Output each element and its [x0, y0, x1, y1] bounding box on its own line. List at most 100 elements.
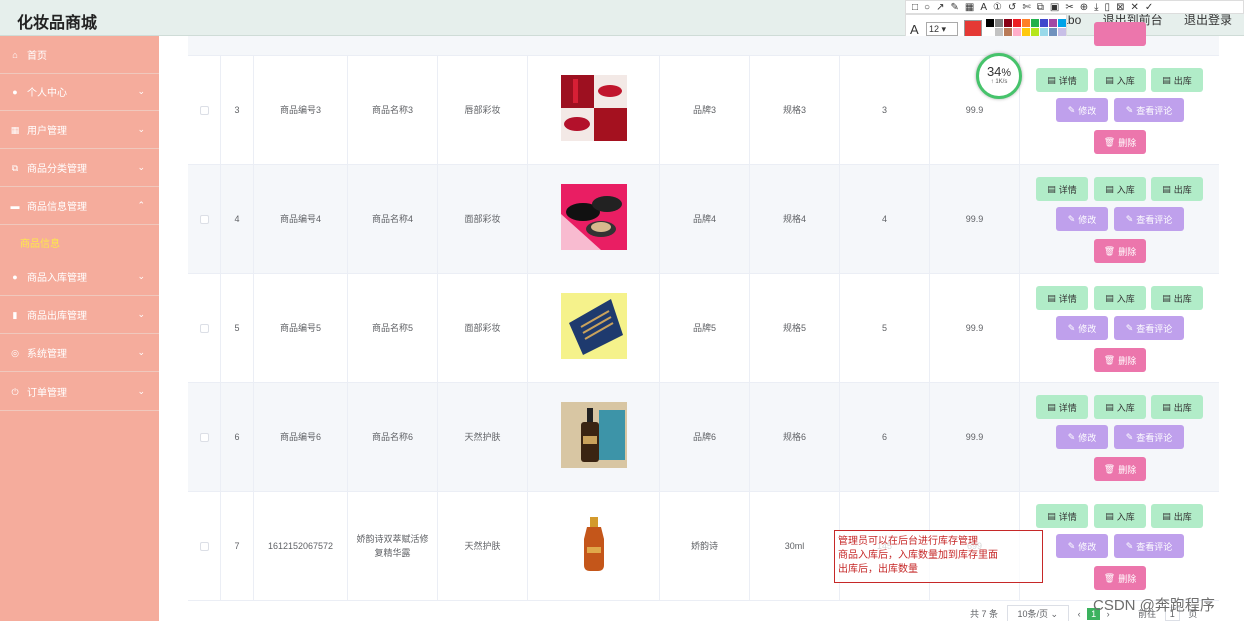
- sidebar-item-6[interactable]: ▮ 商品出库管理 ⌄: [0, 296, 159, 334]
- power-icon: ⏻: [11, 386, 19, 397]
- color-swatch[interactable]: [1022, 19, 1030, 27]
- detail-button[interactable]: ▤ 详情: [1036, 286, 1088, 310]
- screenshot-tool-icon[interactable]: □: [912, 2, 918, 13]
- table-cell: 1612152067572: [254, 492, 348, 600]
- color-swatch[interactable]: [1031, 19, 1039, 27]
- edit-button[interactable]: ✎ 修改: [1056, 98, 1108, 122]
- stock-out-button[interactable]: ▤ 出库: [1151, 395, 1203, 419]
- screenshot-tool-icon[interactable]: A: [980, 2, 987, 13]
- color-swatch[interactable]: [1049, 19, 1057, 27]
- edit-button[interactable]: ✎ 修改: [1056, 534, 1108, 558]
- stock-out-button[interactable]: ▤ 出库: [1151, 68, 1203, 92]
- screenshot-tool-icon[interactable]: ⤓: [1094, 2, 1098, 13]
- screenshot-tool-icon[interactable]: ⊕: [1080, 2, 1088, 13]
- detail-button[interactable]: ▤ 详情: [1036, 395, 1088, 419]
- screenshot-tool-icon[interactable]: ⧉: [1037, 2, 1044, 13]
- font-size-select[interactable]: 12 ▾: [926, 22, 958, 36]
- table-cell: 7: [221, 492, 254, 600]
- stock-out-button[interactable]: ▤ 出库: [1151, 177, 1203, 201]
- table-cell: 品牌4: [660, 165, 750, 273]
- stock-out-button[interactable]: ▤ 出库: [1151, 286, 1203, 310]
- sidebar-item-2[interactable]: ▦ 用户管理 ⌄: [0, 111, 159, 149]
- screenshot-tool-icon[interactable]: ○: [924, 2, 930, 13]
- color-swatch[interactable]: [1022, 28, 1030, 36]
- table-cell: 品牌3: [660, 56, 750, 164]
- row-checkbox[interactable]: [199, 214, 209, 224]
- stock-out-button[interactable]: ▤ 出库: [1151, 504, 1203, 528]
- table-cell: 面部彩妆: [438, 274, 528, 382]
- color-swatch[interactable]: [1049, 28, 1057, 36]
- view-reviews-button[interactable]: ✎ 查看评论: [1114, 207, 1184, 231]
- delete-button[interactable]: 🗑 删除: [1094, 239, 1146, 263]
- sidebar-item-0[interactable]: ⌂ 首页: [0, 36, 159, 74]
- color-swatch[interactable]: [995, 19, 1003, 27]
- color-swatch[interactable]: [1058, 28, 1066, 36]
- screenshot-tool-icon[interactable]: ①: [993, 2, 1002, 13]
- font-icon[interactable]: A: [910, 22, 919, 37]
- edit-button[interactable]: ✎ 修改: [1056, 316, 1108, 340]
- sidebar-item-label: 商品入库管理: [27, 273, 87, 284]
- sidebar-item-5[interactable]: ● 商品入库管理 ⌄: [0, 258, 159, 296]
- color-swatch[interactable]: [1040, 28, 1048, 36]
- detail-button[interactable]: ▤ 详情: [1036, 504, 1088, 528]
- sidebar-item-3[interactable]: ⧉ 商品分类管理 ⌄: [0, 149, 159, 187]
- edit-button[interactable]: ✎ 修改: [1056, 207, 1108, 231]
- delete-button[interactable]: 🗑 删除: [1094, 130, 1146, 154]
- color-swatch[interactable]: [986, 19, 994, 27]
- sidebar-item-label: 首页: [27, 51, 47, 62]
- stock-in-button[interactable]: ▤ 入库: [1094, 504, 1146, 528]
- stock-in-button[interactable]: ▤ 入库: [1094, 286, 1146, 310]
- row-checkbox[interactable]: [199, 432, 209, 442]
- screenshot-tool-icon[interactable]: ↺: [1008, 2, 1016, 13]
- stock-in-button[interactable]: ▤ 入库: [1094, 395, 1146, 419]
- color-swatch[interactable]: [995, 28, 1003, 36]
- delete-button[interactable]: 🗑 删除: [1094, 457, 1146, 481]
- screenshot-tool-icon[interactable]: ✎: [950, 2, 958, 13]
- color-swatch[interactable]: [1004, 28, 1012, 36]
- cell-stock: 5: [881, 323, 887, 333]
- color-swatch[interactable]: [1031, 28, 1039, 36]
- delete-button[interactable]: 🗑 删除: [1094, 348, 1146, 372]
- cell-category: 唇部彩妆: [464, 105, 501, 115]
- view-reviews-button[interactable]: ✎ 查看评论: [1114, 534, 1184, 558]
- sidebar-item-8[interactable]: ⏻ 订单管理 ⌄: [0, 373, 159, 411]
- delete-button[interactable]: [1094, 22, 1146, 46]
- page-size-select[interactable]: 10条/页 ⌄: [1006, 605, 1070, 621]
- screenshot-tool-icon[interactable]: ✄: [1022, 2, 1030, 13]
- screenshot-tool-icon[interactable]: ⊠: [1116, 2, 1124, 13]
- delete-button[interactable]: 🗑 删除: [1094, 566, 1146, 590]
- color-swatch[interactable]: [1013, 19, 1021, 27]
- screenshot-tool-icon[interactable]: ✂: [1065, 2, 1073, 13]
- view-reviews-button[interactable]: ✎ 查看评论: [1114, 425, 1184, 449]
- screenshot-tool-icon[interactable]: ▣: [1050, 2, 1059, 13]
- screenshot-tool-icon[interactable]: ✓: [1145, 2, 1153, 13]
- row-checkbox[interactable]: [199, 105, 209, 115]
- sidebar-item-4[interactable]: ▬ 商品信息管理 ⌃: [0, 187, 159, 225]
- cell-price: 99.9: [965, 105, 984, 115]
- view-reviews-button[interactable]: ✎ 查看评论: [1114, 98, 1184, 122]
- sidebar-item-7[interactable]: ◎ 系统管理 ⌄: [0, 334, 159, 372]
- stock-in-button[interactable]: ▤ 入库: [1094, 177, 1146, 201]
- table-cell: 规格4: [750, 165, 840, 273]
- sidebar-item-1[interactable]: ● 个人中心 ⌄: [0, 73, 159, 111]
- logout-link[interactable]: 退出登录: [1184, 13, 1232, 27]
- screenshot-tool-icon[interactable]: ✕: [1130, 2, 1138, 13]
- screenshot-tool-icon[interactable]: ↗: [936, 2, 944, 13]
- color-swatch[interactable]: [1058, 19, 1066, 27]
- color-swatch[interactable]: [1040, 19, 1048, 27]
- prev-page-button[interactable]: ‹: [1078, 609, 1081, 619]
- row-checkbox[interactable]: [199, 323, 209, 333]
- screenshot-tool-icon[interactable]: ▯: [1105, 2, 1111, 13]
- stock-in-button[interactable]: ▤ 入库: [1094, 68, 1146, 92]
- screenshot-tool-icon[interactable]: ▦: [965, 2, 974, 13]
- detail-button[interactable]: ▤ 详情: [1036, 177, 1088, 201]
- detail-button[interactable]: ▤ 详情: [1036, 68, 1088, 92]
- color-swatch[interactable]: [1013, 28, 1021, 36]
- submenu-item-product-info[interactable]: 商品信息: [20, 235, 60, 250]
- row-checkbox[interactable]: [199, 541, 209, 551]
- color-swatch[interactable]: [1004, 19, 1012, 27]
- table-cell: 6: [221, 383, 254, 491]
- color-swatch[interactable]: [986, 28, 994, 36]
- edit-button[interactable]: ✎ 修改: [1056, 425, 1108, 449]
- view-reviews-button[interactable]: ✎ 查看评论: [1114, 316, 1184, 340]
